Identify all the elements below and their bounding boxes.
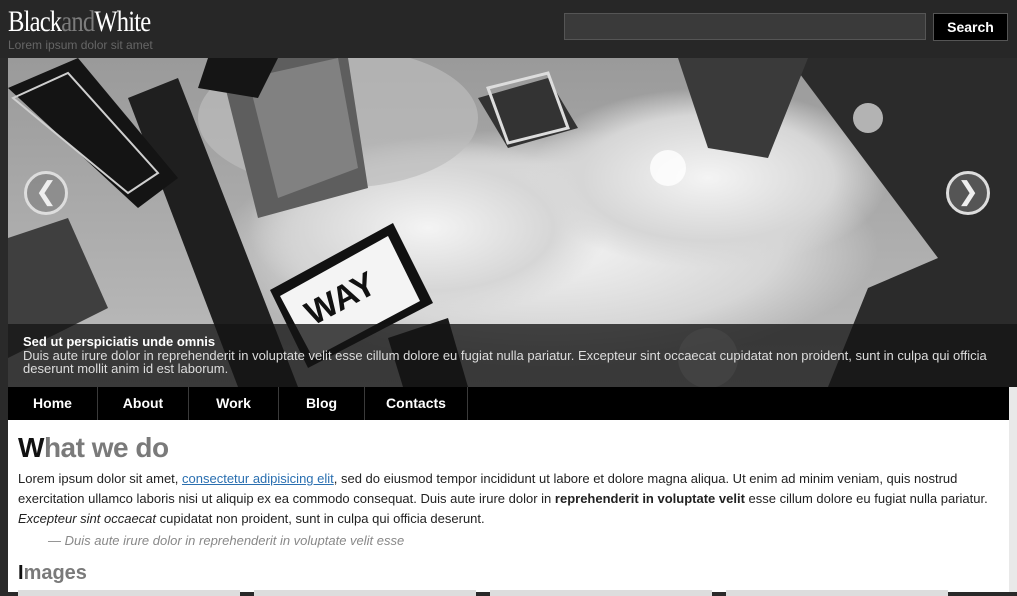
search-input[interactable] [564,13,926,40]
heading-rest: hat we do [43,432,169,463]
main-content: What we do Lorem ipsum dolor sit amet, c… [8,420,1009,596]
nav-item-contacts[interactable]: Contacts [365,387,468,420]
slide-caption: Sed ut perspiciatis unde omnis Duis aute… [8,324,1017,387]
logo-black: Black [8,5,62,38]
heading-initial: W [18,432,44,463]
section-heading-what-we-do: What we do [18,432,169,464]
tagline: Lorem ipsum dolor sit amet [8,38,153,52]
chevron-right-icon: ❯ [957,177,979,207]
logo[interactable]: BlackandWhite [8,5,151,38]
intro-paragraph: Lorem ipsum dolor sit amet, consectetur … [18,469,993,529]
section-heading-images: Images [18,562,87,585]
page-edge [1009,387,1017,592]
para-text-4: cupidatat non proident, sunt in culpa qu… [156,511,485,526]
image-slider[interactable]: WAY ❮ ❯ Sed ut perspiciatis unde omnis D… [8,58,1017,387]
para-italic: Excepteur sint occaecat [18,511,157,526]
nav-item-blog[interactable]: Blog [279,387,365,420]
caption-text: Duis aute irure dolor in reprehenderit i… [23,348,987,376]
images-heading-rest: mages [23,562,87,584]
nav-item-work[interactable]: Work [189,387,279,420]
image-thumbnail[interactable] [490,590,712,596]
logo-and: and [61,5,95,38]
logo-white: White [94,5,151,38]
image-thumbnail[interactable] [254,590,476,596]
image-thumbnail[interactable] [726,590,948,596]
search-button[interactable]: Search [933,13,1008,41]
nav-item-about[interactable]: About [98,387,189,420]
para-text-1: Lorem ipsum dolor sit amet, [18,471,183,486]
header: BlackandWhite Lorem ipsum dolor sit amet… [0,0,1017,58]
image-thumbnail[interactable] [18,590,240,596]
caption-title: Sed ut perspiciatis unde omnis [23,334,216,349]
slider-next-button[interactable]: ❯ [946,171,990,215]
blockquote: — Duis aute irure dolor in reprehenderit… [48,533,405,548]
slider-prev-button[interactable]: ❮ [24,171,68,215]
nav-item-home[interactable]: Home [8,387,98,420]
para-bold: reprehenderit in voluptate velit [554,491,745,506]
para-text-3: esse cillum dolore eu fugiat nulla paria… [744,491,988,506]
main-nav: Home About Work Blog Contacts [8,387,1017,420]
chevron-left-icon: ❮ [35,177,57,207]
para-link[interactable]: consectetur adipisicing elit [182,471,334,486]
